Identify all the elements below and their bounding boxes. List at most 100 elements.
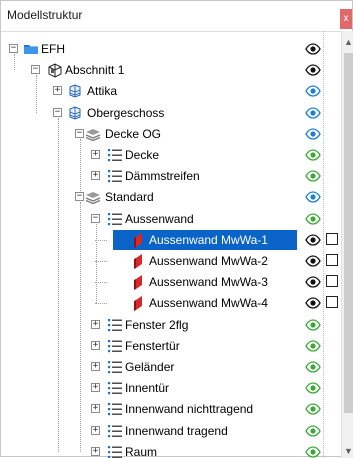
tree-row[interactable]: + Attika [1,81,341,101]
tree-item-label[interactable]: Aussenwand MwWa-2 [149,254,268,268]
tree-row[interactable]: − Aussenwand [1,209,341,229]
tree-row[interactable]: − Abschnitt 1 [1,60,341,80]
tree-row[interactable]: + Fenster 2flg [1,315,341,335]
visibility-toggle[interactable] [301,421,323,441]
scroll-thumb[interactable] [344,53,353,413]
tree-item-label[interactable]: Innenwand tragend [125,424,228,438]
collapse-icon[interactable]: − [91,213,100,223]
visibility-toggle[interactable] [301,209,323,229]
scroll-down-icon[interactable]: ▼ [342,444,353,458]
tree-item-label[interactable]: Innenwand nichttragend [125,402,253,416]
collapse-icon[interactable]: − [75,128,84,138]
visibility-toggle[interactable] [301,230,323,250]
visibility-toggle[interactable] [301,39,323,59]
wall-icon [131,253,147,269]
visibility-toggle[interactable] [301,187,323,207]
tree-row[interactable]: Aussenwand MwWa-1 [1,229,341,250]
visibility-toggle[interactable] [301,81,323,101]
eye-icon [305,446,321,458]
scroll-up-icon[interactable]: ▲ [342,35,353,49]
tree-row[interactable]: + Decke [1,145,341,165]
collapse-icon[interactable]: − [75,192,84,202]
tree-item-label[interactable]: Attika [87,84,117,98]
expand-icon[interactable]: + [91,383,100,393]
tree-item-label[interactable]: Aussenwand MwWa-1 [149,233,268,247]
collapse-icon[interactable]: − [53,107,62,117]
tree-row[interactable]: Aussenwand MwWa-2 [1,251,341,271]
tree-row[interactable]: + Innentür [1,378,341,398]
tree-item-label[interactable]: EFH [41,42,65,56]
expand-icon[interactable]: + [91,340,100,350]
eye-icon [305,382,321,394]
close-button[interactable]: x [340,9,352,29]
visibility-toggle[interactable] [301,251,323,271]
visibility-toggle[interactable] [301,336,323,356]
tree-row[interactable]: + Dämmstreifen [1,166,341,186]
tree-item-label[interactable]: Raum [125,445,157,458]
expand-icon[interactable]: + [91,404,100,414]
eye-icon [305,85,321,98]
tree-item-label[interactable]: Decke OG [105,127,161,141]
tree-row[interactable]: Aussenwand MwWa-3 [1,272,341,292]
eye-icon [305,64,321,76]
visibility-toggle[interactable] [301,315,323,335]
tree-row[interactable]: − EFH [1,39,341,59]
tree-row[interactable]: − Decke OG [1,124,341,144]
visibility-toggle[interactable] [301,272,323,292]
visibility-toggle[interactable] [301,357,323,377]
row-checkbox[interactable] [326,275,338,288]
row-checkbox[interactable] [326,296,338,309]
expand-icon[interactable]: + [91,150,100,159]
eye-icon [305,106,321,119]
expand-icon[interactable]: + [91,319,100,329]
eye-icon [305,276,321,288]
visibility-toggle[interactable] [301,293,323,313]
row-checkbox[interactable] [326,254,338,266]
tree-item-label[interactable]: Standard [105,190,154,204]
tree-item-label[interactable]: Abschnitt 1 [65,63,124,77]
tree-row[interactable]: Aussenwand MwWa-4 [1,293,341,313]
visibility-toggle[interactable] [301,378,323,398]
tree-row[interactable]: − Standard [1,187,341,207]
tree-item-label[interactable]: Aussenwand [125,212,194,226]
tree-item-label[interactable]: Dämmstreifen [125,169,200,183]
tree-row[interactable]: − Obergeschoss [1,103,341,123]
visibility-toggle[interactable] [301,60,323,80]
eye-icon [305,212,321,225]
tree-item-label[interactable]: Decke [125,148,159,162]
visibility-toggle[interactable] [301,166,323,186]
section-icon [47,62,63,78]
tree-row[interactable]: + Geländer [1,357,341,377]
visibility-toggle[interactable] [301,145,323,165]
tree-item-label[interactable]: Fenster 2flg [125,318,188,332]
tree-row[interactable]: + Innenwand tragend [1,421,341,441]
collapse-icon[interactable]: − [31,65,40,75]
column-divider [323,31,324,458]
tree-row[interactable]: + Raum [1,442,341,458]
expand-icon[interactable]: + [91,171,100,181]
tree-connector [95,303,107,305]
tree-item-label[interactable]: Innentür [125,381,169,395]
list-icon [107,338,123,354]
expand-icon[interactable]: + [91,446,100,456]
tree-row[interactable]: + Innenwand nichttragend [1,399,341,419]
tree-item-label[interactable]: Aussenwand MwWa-4 [149,296,268,310]
visibility-toggle[interactable] [301,399,323,419]
expand-icon[interactable]: + [91,425,100,435]
tree-item-label[interactable]: Geländer [125,360,174,374]
expand-icon[interactable]: + [53,86,62,96]
visibility-toggle[interactable] [301,103,323,123]
expand-icon[interactable]: + [91,362,100,371]
row-checkbox[interactable] [326,232,338,245]
eye-icon [305,403,321,416]
tree-item-label[interactable]: Fenstertür [125,339,180,353]
tree-item-label[interactable]: Aussenwand MwWa-3 [149,275,268,289]
tree-row[interactable]: + Fenstertür [1,336,341,356]
eye-icon [305,424,321,437]
visibility-toggle[interactable] [301,442,323,458]
vertical-scrollbar[interactable]: ▲ ▼ [341,31,353,458]
layer-icon [85,126,101,142]
collapse-icon[interactable]: − [9,44,18,53]
visibility-toggle[interactable] [301,124,323,144]
tree-item-label[interactable]: Obergeschoss [87,106,164,120]
